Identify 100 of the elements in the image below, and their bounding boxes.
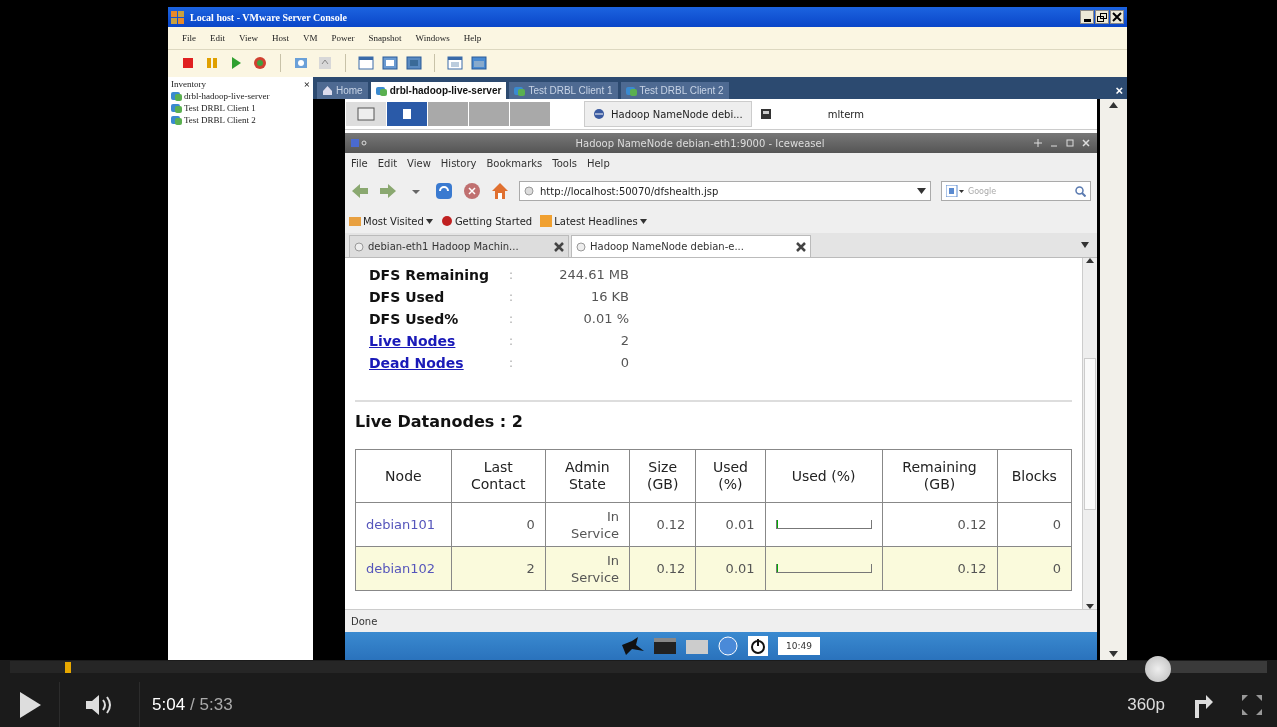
tab[interactable]: drbl-hadoop-live-server: [370, 82, 507, 99]
back-icon[interactable]: [351, 182, 369, 200]
restore-button[interactable]: [1095, 10, 1109, 24]
page-icon: [354, 241, 364, 252]
computer-icon: [171, 114, 182, 125]
menu-item[interactable]: Snapshot: [368, 33, 402, 43]
globe-icon[interactable]: [718, 636, 739, 656]
menu-item[interactable]: Tools: [552, 157, 577, 169]
forward-icon[interactable]: [379, 182, 397, 200]
table-cell: 0: [451, 502, 546, 547]
bookmark[interactable]: Getting Started: [440, 215, 533, 227]
menu-item[interactable]: Edit: [210, 33, 225, 43]
menu-item[interactable]: History: [440, 157, 477, 169]
taskbar-item[interactable]: Hadoop NameNode debi...: [584, 101, 752, 127]
computer-icon: [375, 85, 387, 96]
status-text: Done: [351, 615, 378, 627]
column-header: Blocks: [997, 449, 1072, 503]
menu-item[interactable]: Host: [272, 33, 289, 43]
menu-item[interactable]: File: [182, 33, 196, 43]
computer-icon: [171, 90, 182, 101]
folder-icon[interactable]: [686, 638, 709, 654]
scrollbar[interactable]: [1082, 258, 1097, 609]
scrubber-handle[interactable]: [1144, 656, 1171, 682]
address-field[interactable]: http://localhost:50070/dfshealth.jsp: [519, 181, 931, 201]
menu-item[interactable]: View: [407, 157, 431, 169]
column-header: Remaining (GB): [882, 449, 997, 503]
inventory-item[interactable]: Test DRBL Client 2: [171, 114, 310, 125]
window-icon: [400, 107, 414, 121]
column-header: Last Contact: [451, 449, 546, 503]
terminal-icon[interactable]: [654, 638, 677, 654]
menu-item[interactable]: VM: [303, 33, 318, 43]
menu-item[interactable]: Help: [586, 157, 610, 169]
bird-icon[interactable]: [622, 637, 645, 655]
close-icon[interactable]: [554, 241, 564, 252]
colon: :: [509, 267, 515, 284]
window-icon: [357, 107, 375, 121]
menu-item[interactable]: Help: [463, 33, 482, 43]
search-icon[interactable]: [1075, 185, 1086, 197]
column-header: Used (%): [765, 449, 883, 503]
computer-icon: [171, 102, 182, 113]
column-header: Used (%): [695, 449, 766, 503]
column-header: Node: [355, 449, 452, 503]
menu-item[interactable]: File: [351, 157, 368, 169]
menu-item[interactable]: View: [239, 33, 258, 43]
menu-item[interactable]: Windows: [415, 33, 450, 43]
window-icon[interactable]: [447, 54, 463, 71]
home-icon[interactable]: [491, 182, 509, 200]
stop-icon[interactable]: [463, 182, 481, 200]
tab-list-icon[interactable]: [1081, 242, 1089, 248]
table-cell: 2: [451, 546, 546, 591]
close-button[interactable]: ×: [303, 79, 310, 89]
quality-button[interactable]: 360p: [1115, 694, 1177, 715]
link[interactable]: debian101: [355, 502, 452, 547]
minimize-button[interactable]: [1080, 10, 1094, 24]
tab[interactable]: Test DRBL Client 2: [620, 82, 729, 99]
maximize-icon[interactable]: [1065, 138, 1075, 148]
menu-item[interactable]: Bookmarks: [486, 157, 543, 169]
stat-label: DFS Used: [369, 288, 446, 307]
window-icon[interactable]: [358, 54, 374, 71]
duration: / 5:33: [190, 694, 233, 715]
app-icon: [351, 138, 367, 148]
fullscreen-icon: [1241, 693, 1263, 716]
stat-value: 0: [619, 354, 629, 372]
stat-label: DFS Remaining: [369, 266, 490, 285]
tab[interactable]: Hadoop NameNode debian-e...: [571, 235, 811, 257]
window-icon[interactable]: [382, 54, 398, 71]
pin-icon[interactable]: [1033, 138, 1043, 148]
reset-icon[interactable]: [252, 54, 268, 71]
bookmark[interactable]: Most Visited: [349, 215, 433, 227]
bookmark[interactable]: Latest Headlines: [540, 215, 647, 227]
close-button[interactable]: [1110, 10, 1124, 24]
tab[interactable]: Test DRBL Client 1: [509, 82, 618, 99]
reload-icon[interactable]: [435, 182, 453, 200]
window-icon[interactable]: [471, 54, 487, 71]
scrollbar[interactable]: [1100, 99, 1127, 660]
clock: 10:49: [778, 637, 820, 655]
workspace-button[interactable]: [387, 102, 427, 126]
search-engine-icon[interactable]: [946, 185, 964, 197]
inventory-item[interactable]: drbl-hadoop-live-server: [171, 90, 310, 101]
drop-icon: [440, 215, 453, 227]
terminal-icon: [759, 108, 772, 120]
colon: :: [509, 311, 515, 328]
menu-item[interactable]: Power: [331, 33, 355, 43]
search-bar[interactable]: Google: [941, 181, 1091, 201]
link[interactable]: Live Nodes: [369, 330, 509, 352]
window-icon[interactable]: [406, 54, 422, 71]
app-icon: [171, 10, 184, 24]
tab[interactable]: Home: [317, 82, 368, 99]
tab[interactable]: debian-eth1 Hadoop Machin...: [349, 235, 569, 257]
menu-item[interactable]: Edit: [377, 157, 398, 169]
link[interactable]: Dead Nodes: [369, 352, 509, 374]
inventory-item[interactable]: Test DRBL Client 1: [171, 102, 310, 113]
page-icon: [576, 241, 586, 252]
link[interactable]: debian102: [355, 546, 452, 591]
power-icon[interactable]: [748, 636, 769, 656]
colon: :: [509, 289, 515, 306]
panel-title: Inventory: [171, 79, 206, 89]
close-button[interactable]: ×: [1115, 82, 1127, 98]
search-field[interactable]: Google: [968, 186, 1071, 196]
close-icon[interactable]: [796, 241, 806, 252]
